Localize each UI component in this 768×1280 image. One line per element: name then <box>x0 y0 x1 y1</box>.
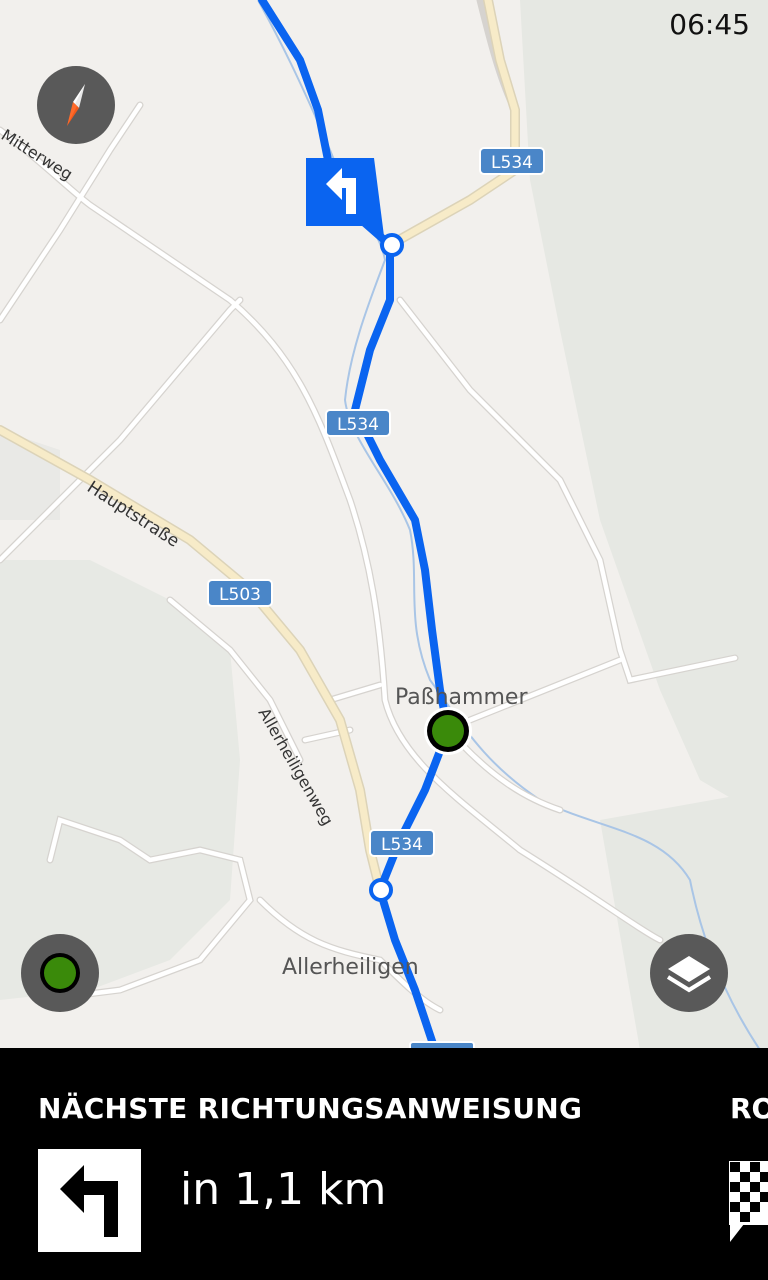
svg-text:L534: L534 <box>381 835 423 855</box>
distance-to-turn: in 1,1 km <box>180 1164 387 1215</box>
layers-icon <box>666 956 712 993</box>
turn-marker[interactable] <box>306 158 384 236</box>
route-shield: L503 <box>207 579 273 607</box>
compass-button[interactable] <box>37 66 115 144</box>
route-heading-partial[interactable]: RO <box>730 1092 768 1125</box>
route-shield: L534 <box>479 147 545 175</box>
current-location-icon <box>40 953 80 993</box>
svg-text:L503: L503 <box>219 585 261 605</box>
place-label-allerheiligen: Allerheiligen <box>282 955 419 980</box>
next-instruction-heading: NÄCHSTE RICHTUNGSANWEISUNG <box>38 1092 583 1125</box>
waypoint-marker[interactable] <box>369 878 393 902</box>
svg-text:L534: L534 <box>491 153 533 173</box>
waypoint-marker[interactable] <box>380 233 404 257</box>
status-time: 06:45 <box>669 8 750 41</box>
route-shield: L534 <box>325 409 391 437</box>
map-layers-button[interactable] <box>650 934 728 1012</box>
compass-icon <box>67 84 85 126</box>
next-turn-tile <box>38 1149 141 1252</box>
checkered-flag-icon <box>729 1161 768 1242</box>
guidance-panel[interactable]: NÄCHSTE RICHTUNGSANWEISUNG RO in 1,1 km <box>0 1048 768 1280</box>
route-shield: L534 <box>369 829 435 857</box>
locate-me-button[interactable] <box>21 934 99 1012</box>
current-position-marker <box>424 707 472 755</box>
place-label-passhammer: Paßhammer <box>395 685 528 710</box>
map[interactable]: Mitterweg Hauptstraße Allerheiligenweg P… <box>0 0 768 1050</box>
svg-text:L534: L534 <box>337 415 379 435</box>
turn-left-arrow-icon <box>60 1165 118 1237</box>
